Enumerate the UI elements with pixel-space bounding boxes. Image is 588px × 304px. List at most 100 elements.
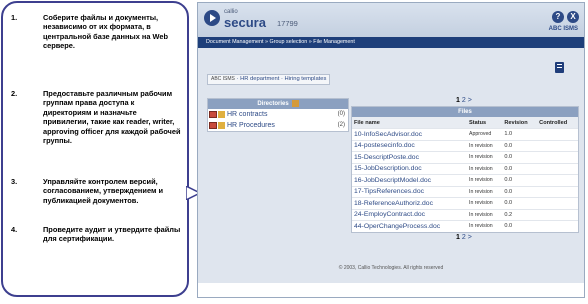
directories-header: Directories bbox=[208, 99, 348, 109]
breadcrumb: Document Management » Group selection » … bbox=[198, 37, 584, 48]
table-row[interactable]: 17-TipsReferences.doc In revision 0.0 bbox=[352, 185, 578, 198]
table-row[interactable]: 24-EmployContract.doc In revision 0.2 bbox=[352, 208, 578, 221]
table-row[interactable]: 16-JobDescriptModel.doc In revision 0.0 bbox=[352, 174, 578, 186]
file-name[interactable]: 10-InfoSecAdvisor.doc bbox=[352, 128, 468, 140]
file-revision: 0.0 bbox=[502, 220, 538, 232]
file-revision: 0.0 bbox=[502, 162, 538, 175]
file-controlled bbox=[537, 128, 578, 140]
file-status: In revision bbox=[467, 185, 503, 198]
column-header[interactable]: Controlled bbox=[537, 117, 578, 129]
edit-icon[interactable] bbox=[218, 111, 225, 118]
file-name[interactable]: 15-DescriptPoste.doc bbox=[352, 151, 468, 163]
table-row[interactable]: 15-JobDescription.doc In revision 0.0 bbox=[352, 162, 578, 175]
file-status: In revision bbox=[467, 220, 503, 232]
file-name[interactable]: 24-EmployContract.doc bbox=[352, 208, 468, 221]
organization-label: ABC ISMS bbox=[548, 26, 578, 32]
column-header[interactable]: File name bbox=[352, 117, 468, 129]
pager-top: 1 2 > bbox=[456, 97, 472, 104]
file-name[interactable]: 17-TipsReferences.doc bbox=[352, 185, 468, 198]
instruction-item: 3. Управляйте контролем версий, согласова… bbox=[11, 177, 181, 205]
files-title: Files bbox=[458, 109, 472, 115]
file-name[interactable]: 18-ReferenceAuthoriz.doc bbox=[352, 197, 468, 209]
file-name[interactable]: 16-JobDescriptModel.doc bbox=[352, 174, 468, 186]
file-revision: 0.2 bbox=[502, 208, 538, 221]
files-header: Files bbox=[352, 107, 578, 117]
directory-label[interactable]: HR Procedures bbox=[227, 120, 275, 131]
instructions-callout: 1. Соберите файлы и документы, независимо… bbox=[1, 1, 189, 297]
file-status: In revision bbox=[467, 174, 503, 186]
column-header[interactable]: Status bbox=[467, 117, 503, 129]
file-status: In revision bbox=[467, 139, 503, 152]
directories-title: Directories bbox=[257, 101, 289, 107]
file-controlled bbox=[537, 197, 578, 209]
item-text: Проведите аудит и утвердите файлы для се… bbox=[43, 225, 181, 244]
item-number: 2. bbox=[11, 89, 18, 98]
files-table: File name Status Revision Controlled 10-… bbox=[352, 117, 578, 232]
file-controlled bbox=[537, 139, 578, 152]
folder-icon[interactable] bbox=[291, 99, 299, 107]
delete-icon[interactable] bbox=[209, 122, 217, 129]
app-window: callio secura 17799 ? X ABC ISMS Documen… bbox=[197, 2, 585, 298]
file-revision: 0.0 bbox=[502, 174, 538, 186]
edit-icon[interactable] bbox=[218, 122, 225, 129]
file-status: Approved bbox=[467, 128, 503, 140]
table-row[interactable]: 14-postesecinfo.doc In revision 0.0 bbox=[352, 139, 578, 152]
main-content: ABC ISMS · HR department · Hiring templa… bbox=[198, 48, 584, 283]
instruction-item: 1. Соберите файлы и документы, независимо… bbox=[11, 13, 181, 51]
file-controlled bbox=[537, 174, 578, 186]
file-controlled bbox=[537, 162, 578, 175]
table-row[interactable]: 18-ReferenceAuthoriz.doc In revision 0.0 bbox=[352, 197, 578, 209]
file-controlled bbox=[537, 220, 578, 232]
directory-count: (0) bbox=[337, 111, 345, 117]
file-revision: 1.0 bbox=[502, 128, 538, 140]
file-status: In revision bbox=[467, 162, 503, 175]
instruction-item: 2. Предоставьте различным рабочим группам… bbox=[11, 89, 181, 145]
document-icon[interactable] bbox=[555, 62, 564, 73]
breadcrumb-text[interactable]: Document Management » Group selection » … bbox=[206, 39, 355, 45]
pager-arrow[interactable]: > bbox=[468, 234, 472, 241]
delete-icon[interactable] bbox=[209, 111, 217, 118]
file-name[interactable]: 14-postesecinfo.doc bbox=[352, 139, 468, 152]
column-header[interactable]: Revision bbox=[502, 117, 538, 129]
file-status: In revision bbox=[467, 197, 503, 209]
pager-current: 1 bbox=[456, 97, 460, 104]
pager-current: 1 bbox=[456, 234, 460, 241]
file-status: In revision bbox=[467, 208, 503, 221]
file-name[interactable]: 15-JobDescription.doc bbox=[352, 162, 468, 175]
directory-item[interactable]: HR Procedures (2) bbox=[208, 120, 348, 131]
item-text: Управляйте контролем версий, согласовани… bbox=[43, 177, 164, 205]
directory-count: (2) bbox=[337, 122, 345, 128]
footer-copyright: © 2003, Callio Technologies. All rights … bbox=[338, 265, 444, 271]
file-revision: 0.0 bbox=[502, 197, 538, 209]
path-label[interactable]: HR department · Hiring templates bbox=[240, 76, 326, 82]
app-header: callio secura 17799 ? X ABC ISMS bbox=[198, 3, 584, 37]
file-controlled bbox=[537, 185, 578, 198]
brand-number: 17799 bbox=[277, 19, 298, 28]
directories-panel: Directories HR contracts (0) HR Procedur… bbox=[207, 98, 349, 132]
help-button[interactable]: ? bbox=[552, 11, 564, 23]
item-number: 4. bbox=[11, 225, 18, 234]
path-root[interactable]: ABC ISMS bbox=[211, 76, 235, 82]
table-row[interactable]: 44-OperChangeProcess.doc In revision 0.0 bbox=[352, 220, 578, 232]
close-button[interactable]: X bbox=[567, 11, 579, 23]
file-revision: 0.0 bbox=[502, 151, 538, 163]
instruction-item: 4. Проведите аудит и утвердите файлы для … bbox=[11, 225, 181, 244]
file-controlled bbox=[537, 151, 578, 163]
file-revision: 0.0 bbox=[502, 139, 538, 152]
callio-logo-icon bbox=[204, 10, 220, 26]
directory-item[interactable]: HR contracts (0) bbox=[208, 109, 348, 120]
item-number: 1. bbox=[11, 13, 18, 22]
brand-name: secura bbox=[224, 15, 266, 30]
table-row[interactable]: 15-DescriptPoste.doc In revision 0.0 bbox=[352, 151, 578, 163]
file-name[interactable]: 44-OperChangeProcess.doc bbox=[352, 220, 468, 232]
directory-path-tab[interactable]: ABC ISMS · HR department · Hiring templa… bbox=[207, 74, 331, 85]
pager-next[interactable]: 2 bbox=[462, 234, 466, 241]
pager-arrow[interactable]: > bbox=[468, 97, 472, 104]
file-controlled bbox=[537, 208, 578, 221]
pager-next[interactable]: 2 bbox=[462, 97, 466, 104]
directory-label[interactable]: HR contracts bbox=[227, 109, 267, 120]
pager-bottom: 1 2 > bbox=[456, 234, 472, 241]
item-number: 3. bbox=[11, 177, 18, 186]
file-status: In revision bbox=[467, 151, 503, 163]
table-row[interactable]: 10-InfoSecAdvisor.doc Approved 1.0 bbox=[352, 128, 578, 140]
